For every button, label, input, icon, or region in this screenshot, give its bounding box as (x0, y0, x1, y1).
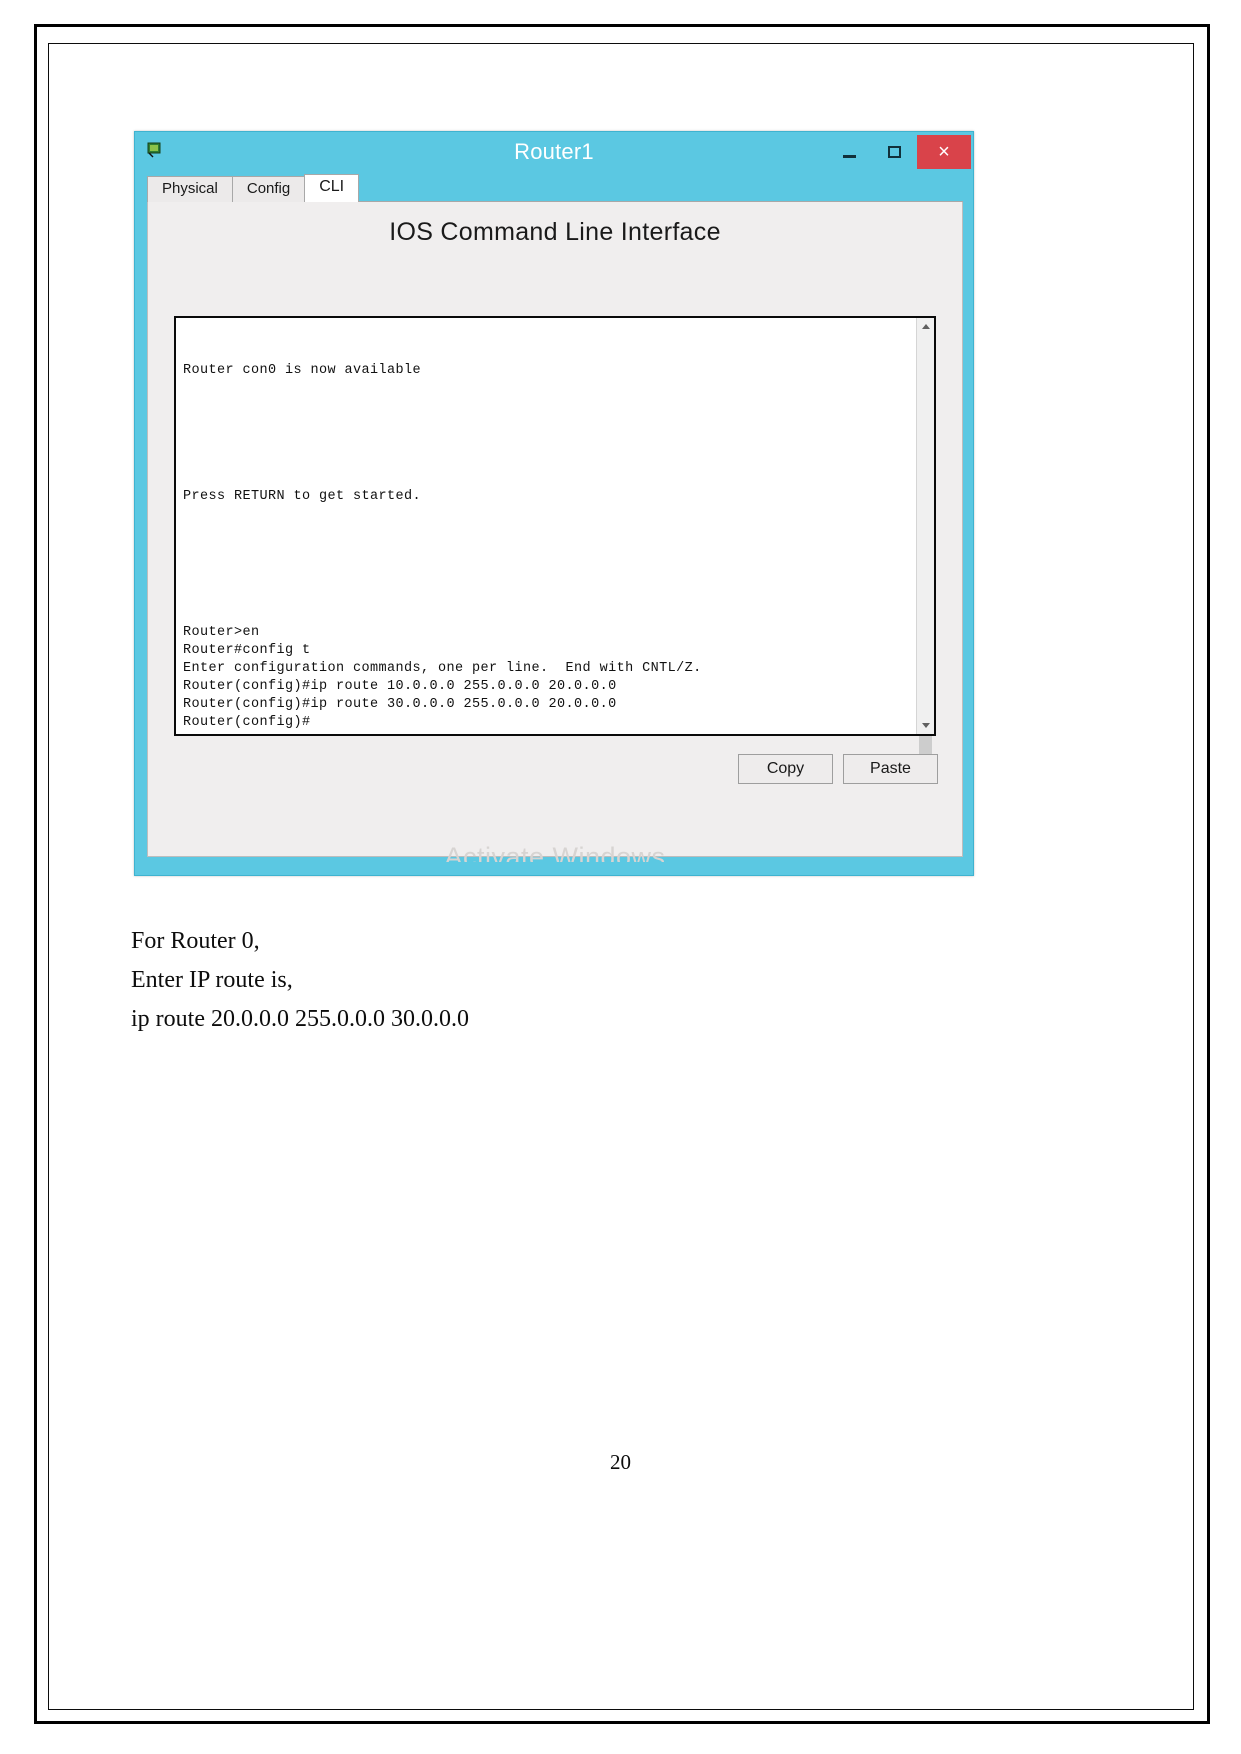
terminal-line: Enter configuration commands, one per li… (183, 661, 702, 676)
terminal-line: Router(config)#ip route 10.0.0.0 255.0.0… (183, 679, 617, 694)
terminal-line: Router#config t (183, 643, 311, 658)
window-controls: × (827, 135, 971, 169)
maximize-button[interactable] (872, 135, 917, 169)
terminal-line: Press RETURN to get started. (183, 489, 422, 504)
terminal-line: Router>en (183, 625, 260, 640)
activate-windows-watermark: Activate Windows (444, 842, 666, 862)
scroll-up-icon[interactable] (917, 318, 934, 335)
cli-button-row: Copy Paste (738, 754, 938, 784)
tab-physical[interactable]: Physical (147, 176, 233, 202)
maximize-icon (888, 146, 901, 158)
page-number: 20 (610, 1450, 631, 1474)
tab-config[interactable]: Config (231, 176, 306, 202)
tab-cli[interactable]: CLI (304, 174, 360, 202)
terminal-line: Router con0 is now available (183, 363, 422, 378)
minimize-icon (843, 155, 856, 158)
document-body: For Router 0, Enter IP route is, ip rout… (131, 922, 1031, 1039)
paste-button[interactable]: Paste (843, 754, 938, 784)
terminal-container: Router con0 is now available Press RETUR… (174, 316, 936, 780)
document-line: Enter IP route is, (131, 967, 293, 993)
cli-content-pane: IOS Command Line Interface Router con0 i… (147, 202, 963, 862)
terminal-bottom-block: Router>en Router#config t Enter configur… (176, 624, 916, 732)
close-button[interactable]: × (917, 135, 971, 169)
terminal-output[interactable]: Router con0 is now available Press RETUR… (176, 318, 916, 734)
copy-button[interactable]: Copy (738, 754, 833, 784)
title-bar: Router1 × (135, 132, 973, 172)
document-line: ip route 20.0.0.0 255.0.0.0 30.0.0.0 (131, 1006, 469, 1032)
terminal-line: Router(config)#ip route 30.0.0.0 255.0.0… (183, 697, 617, 712)
cli-heading: IOS Command Line Interface (389, 218, 721, 246)
router-cli-window: Router1 × Physical Config CLI IOS Comman… (134, 131, 974, 876)
scroll-down-icon[interactable] (917, 717, 934, 734)
terminal-line: Router(config)# (183, 715, 311, 730)
terminal-top-block: Router con0 is now available (176, 362, 916, 380)
terminal-middle-block: Press RETURN to get started. (176, 488, 916, 506)
terminal-scrollbar[interactable] (916, 318, 934, 780)
router-device-icon (147, 142, 167, 162)
minimize-button[interactable] (827, 135, 872, 169)
tab-strip: Physical Config CLI (147, 174, 963, 202)
document-line: For Router 0, (131, 928, 260, 954)
